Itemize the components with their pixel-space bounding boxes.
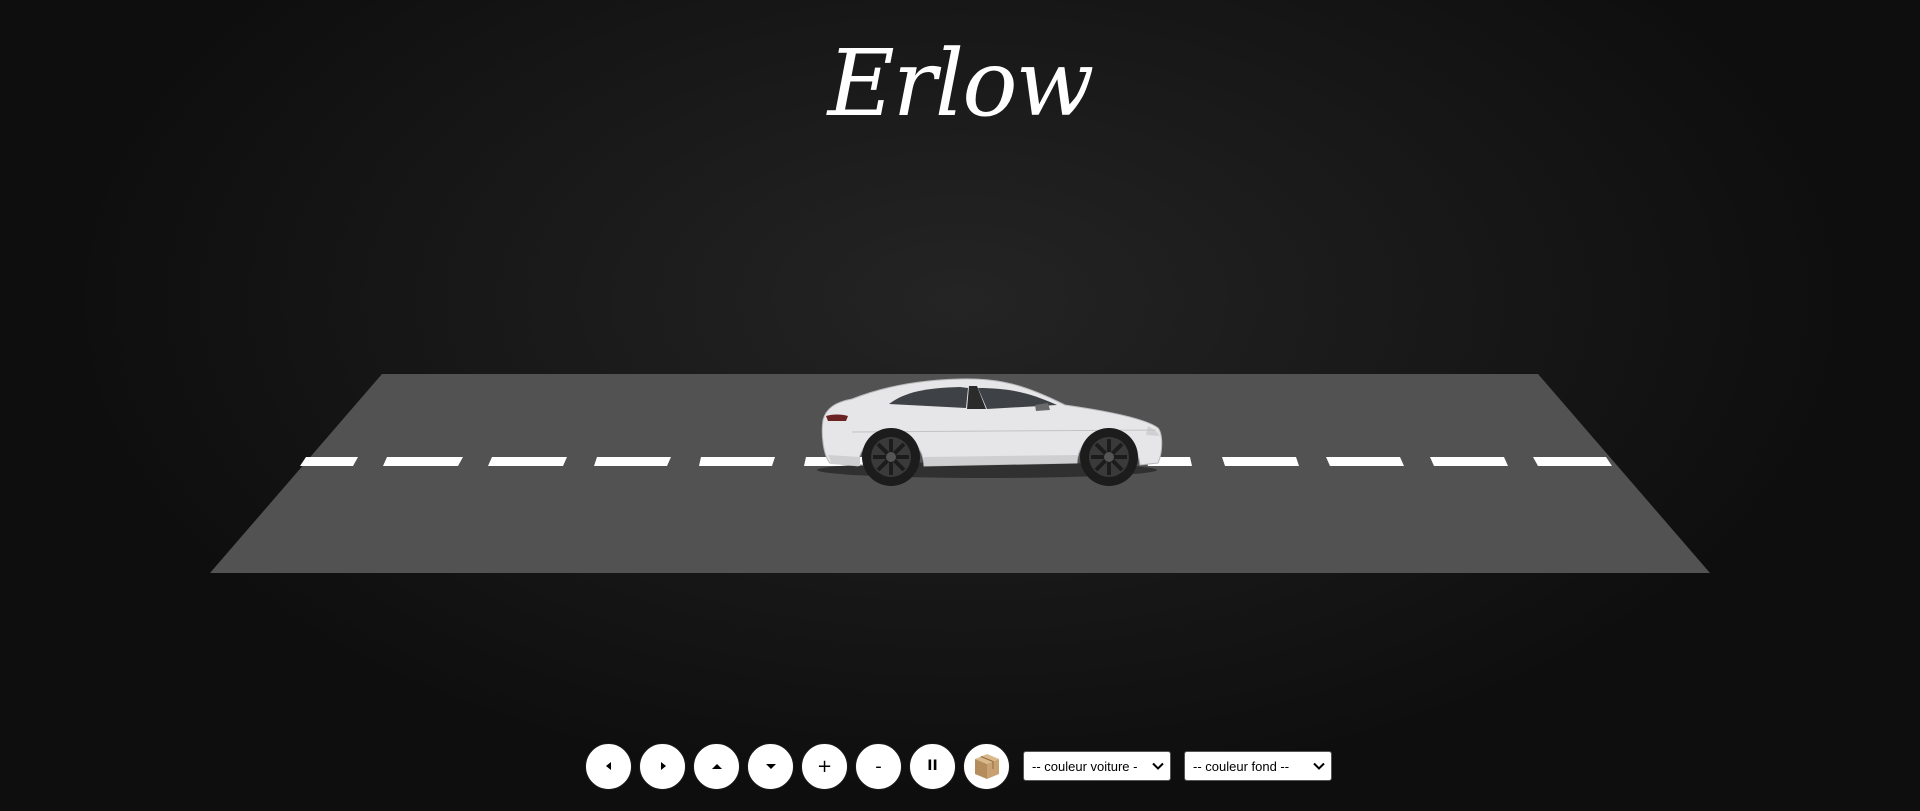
triangle-left-icon bbox=[605, 762, 611, 770]
triangle-right-icon bbox=[660, 762, 666, 770]
box-button[interactable] bbox=[963, 742, 1010, 790]
triangle-down-icon bbox=[765, 764, 776, 769]
triangle-up-icon bbox=[711, 764, 722, 769]
move-left-button[interactable] bbox=[585, 742, 632, 790]
chevron-down-icon bbox=[1152, 762, 1164, 770]
background-color-select-value: -- couleur fond -- bbox=[1193, 758, 1290, 774]
move-up-button[interactable] bbox=[693, 742, 740, 790]
zoom-out-button[interactable]: - bbox=[855, 742, 902, 790]
chevron-down-icon bbox=[1313, 762, 1325, 770]
move-down-button[interactable] bbox=[747, 742, 794, 790]
car-color-select-value: -- couleur voiture - bbox=[1032, 758, 1138, 774]
move-right-button[interactable] bbox=[639, 742, 686, 790]
pause-button[interactable]: II bbox=[909, 742, 956, 790]
zoom-in-button[interactable]: + bbox=[801, 742, 848, 790]
front-wheel bbox=[1080, 428, 1138, 486]
rear-wheel bbox=[862, 428, 920, 486]
road-scene bbox=[210, 374, 1710, 573]
control-bar: + - II -- couleur voiture - -- couleur f… bbox=[585, 741, 1332, 791]
car-color-select[interactable]: -- couleur voiture - bbox=[1023, 751, 1171, 781]
background-color-select[interactable]: -- couleur fond -- bbox=[1184, 751, 1332, 781]
box-icon bbox=[974, 754, 999, 779]
